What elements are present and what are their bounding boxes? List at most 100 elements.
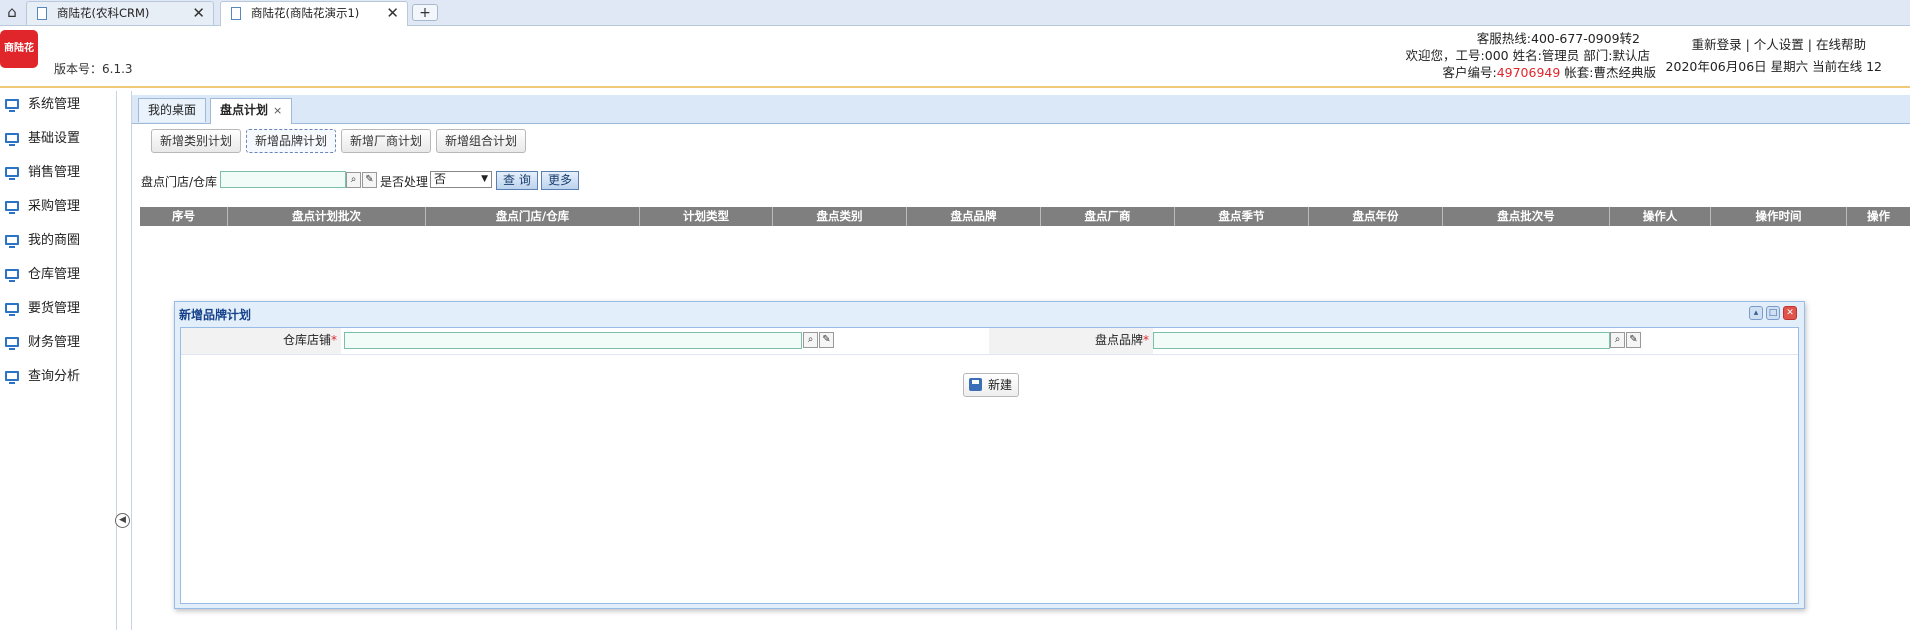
personal-settings-link[interactable]: 个人设置 [1754, 37, 1804, 52]
sidebar-item-label: 销售管理 [28, 165, 81, 180]
close-icon[interactable]: ✕ [1783, 306, 1797, 320]
column-header[interactable]: 计划类型 [640, 207, 773, 226]
save-icon [969, 378, 982, 391]
clear-edit-icon[interactable]: ✎ [362, 172, 377, 188]
tab-label: 盘点计划 [220, 103, 269, 117]
browser-tab-demo[interactable]: 商陆花(商陆花演示1) ✕ [220, 1, 408, 26]
version-label: 版本号：6.1.3 [54, 62, 133, 76]
search-lookup-icon[interactable]: ⌕ [1610, 332, 1625, 348]
account-text: 帐套:曹杰经典版 [1560, 65, 1656, 80]
header-links: 重新登录 | 个人设置 | 在线帮助 [1691, 37, 1866, 52]
monitor-icon [5, 371, 19, 384]
close-tab-icon[interactable]: ✕ [192, 2, 205, 25]
column-header[interactable]: 盘点厂商 [1041, 207, 1175, 226]
processed-select[interactable]: 否 ▼ [430, 171, 492, 188]
sidebar-item-requisition[interactable]: 要货管理 [0, 295, 114, 323]
sidebar-item-label: 财务管理 [28, 335, 81, 350]
monitor-icon [5, 99, 19, 112]
new-button[interactable]: 新建 [963, 373, 1020, 397]
sidebar-item-label: 要货管理 [28, 301, 81, 316]
sidebar-item-purchase[interactable]: 采购管理 [0, 193, 114, 221]
add-combo-plan-button[interactable]: 新增组合计划 [436, 129, 527, 153]
browser-tab-label: 商陆花(农科CRM) [57, 6, 150, 20]
clear-edit-icon[interactable]: ✎ [819, 332, 834, 348]
monitor-icon [5, 269, 19, 282]
warehouse-store-label: 仓库店铺* [181, 328, 341, 354]
more-button[interactable]: 更多 [541, 171, 580, 190]
search-lookup-icon[interactable]: ⌕ [803, 332, 818, 348]
sidebar-item-label: 仓库管理 [28, 267, 81, 282]
column-header[interactable]: 盘点门店/仓库 [426, 207, 640, 226]
relogin-link[interactable]: 重新登录 [1692, 37, 1742, 52]
column-header[interactable]: 盘点年份 [1309, 207, 1443, 226]
brand-label: 盘点品牌* [989, 328, 1153, 354]
customer-info: 客户编号:49706949 帐套:曹杰经典版 [1442, 62, 1656, 81]
add-category-plan-button[interactable]: 新增类别计划 [151, 129, 242, 153]
tab-my-desktop[interactable]: 我的桌面 [138, 98, 207, 122]
app-header: 商陆花 版本号：6.1.3 客服热线:400-677-0909转2 欢迎您，工号… [0, 26, 1910, 88]
column-header[interactable]: 操作时间 [1711, 207, 1847, 226]
column-header[interactable]: 盘点批次号 [1443, 207, 1610, 226]
required-marker: * [331, 333, 337, 347]
add-vendor-plan-button[interactable]: 新增厂商计划 [341, 129, 432, 153]
column-header[interactable]: 盘点品牌 [907, 207, 1041, 226]
close-tab-icon[interactable]: × [273, 104, 282, 117]
field-label: 盘点品牌 [1094, 333, 1143, 347]
sidebar-item-system[interactable]: 系统管理 [0, 91, 114, 119]
column-header[interactable]: 盘点类别 [773, 207, 907, 226]
sidebar-item-label: 系统管理 [28, 97, 81, 112]
collapse-sidebar-icon[interactable]: ◀ [115, 513, 130, 528]
sidebar-item-basic-settings[interactable]: 基础设置 [0, 125, 114, 153]
logo: 商陆花 [0, 30, 38, 68]
monitor-icon [5, 337, 19, 350]
search-lookup-icon[interactable]: ⌕ [346, 172, 361, 188]
warehouse-store-input[interactable] [344, 332, 802, 349]
sidebar: 系统管理 基础设置 销售管理 采购管理 我的商圈 仓库管理 要货管理 财务管理 … [0, 91, 117, 630]
sidebar-item-label: 采购管理 [28, 199, 81, 214]
add-brand-plan-dialog: 新增品牌计划 ▴ □ ✕ 仓库店铺* ⌕ ✎ 盘点品牌* ⌕ ✎ 新建 [174, 301, 1805, 609]
tab-inventory-plan[interactable]: 盘点计划 × [210, 98, 293, 124]
column-header[interactable]: 盘点计划批次 [228, 207, 426, 226]
form-row: 仓库店铺* ⌕ ✎ 盘点品牌* ⌕ ✎ [181, 328, 1798, 355]
chevron-down-icon: ▼ [481, 174, 488, 184]
column-header[interactable]: 操作人 [1610, 207, 1711, 226]
page-icon [37, 7, 47, 20]
maximize-icon[interactable]: □ [1766, 306, 1780, 320]
sidebar-item-finance[interactable]: 财务管理 [0, 329, 114, 357]
sidebar-item-query-analysis[interactable]: 查询分析 [0, 363, 114, 391]
store-filter-input[interactable] [220, 171, 346, 188]
new-button-label: 新建 [988, 378, 1013, 392]
table-header: 序号 盘点计划批次 盘点门店/仓库 计划类型 盘点类别 盘点品牌 盘点厂商 盘点… [140, 207, 1910, 226]
home-icon[interactable]: ⌂ [2, 3, 22, 21]
add-brand-plan-button[interactable]: 新增品牌计划 [246, 129, 337, 153]
column-header[interactable]: 操作 [1847, 207, 1910, 226]
clear-edit-icon[interactable]: ✎ [1626, 332, 1641, 348]
divider [131, 91, 132, 630]
query-button[interactable]: 查 询 [496, 171, 538, 190]
browser-tab-label: 商陆花(商陆花演示1) [251, 6, 360, 20]
brand-input[interactable] [1153, 332, 1610, 349]
browser-tab-bar: ⌂ 商陆花(农科CRM) ✕ 商陆花(商陆花演示1) ✕ + [0, 0, 1910, 26]
online-help-link[interactable]: 在线帮助 [1816, 37, 1866, 52]
sidebar-item-business-circle[interactable]: 我的商圈 [0, 227, 114, 255]
content-tab-bar: 我的桌面 盘点计划 × [132, 95, 1910, 124]
sidebar-item-label: 我的商圈 [28, 233, 81, 248]
monitor-icon [5, 167, 19, 180]
collapse-icon[interactable]: ▴ [1749, 306, 1763, 320]
column-header[interactable]: 序号 [140, 207, 228, 226]
dialog-title: 新增品牌计划 [179, 308, 252, 322]
sidebar-item-warehouse[interactable]: 仓库管理 [0, 261, 114, 289]
close-tab-icon[interactable]: ✕ [386, 2, 399, 25]
monitor-icon [5, 303, 19, 316]
column-header[interactable]: 盘点季节 [1175, 207, 1309, 226]
sidebar-item-label: 查询分析 [28, 369, 81, 384]
datetime: 2020年06月06日 星期六 当前在线 12 [1665, 59, 1882, 74]
customer-number: 49706949 [1496, 65, 1561, 80]
processed-select-value: 否 [434, 172, 447, 186]
sidebar-item-sales[interactable]: 销售管理 [0, 159, 114, 187]
browser-tab-crm[interactable]: 商陆花(农科CRM) ✕ [26, 1, 214, 25]
field-label: 仓库店铺 [282, 333, 331, 347]
new-tab-button[interactable]: + [412, 4, 438, 21]
monitor-icon [5, 133, 19, 146]
monitor-icon [5, 235, 19, 248]
